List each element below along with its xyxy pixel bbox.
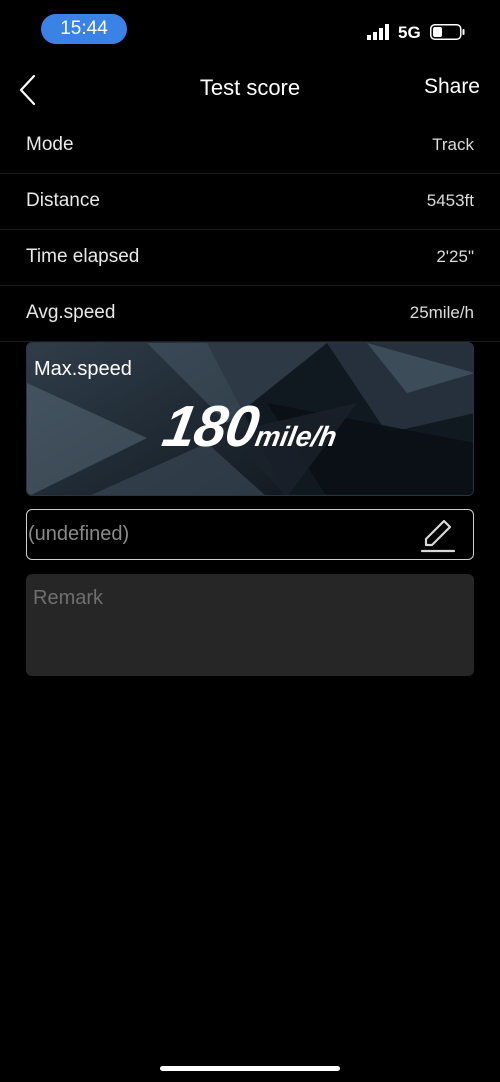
- row-value: Track: [432, 135, 474, 154]
- row-label: Distance: [26, 190, 100, 211]
- pencil-icon[interactable]: [419, 518, 457, 554]
- row-avg-speed: Avg.speed 25mile/h: [0, 286, 500, 342]
- remark-textarea[interactable]: Remark: [26, 574, 474, 676]
- name-field-value: (undefined): [28, 523, 130, 545]
- max-speed-value: 180: [157, 394, 264, 459]
- max-speed-unit: mile/h: [252, 421, 340, 452]
- row-label: Avg.speed: [26, 302, 116, 323]
- signal-icon: [367, 24, 389, 40]
- max-speed-label: Max.speed: [34, 358, 132, 380]
- status-bar: 15:44 5G: [0, 0, 500, 60]
- row-label: Mode: [26, 134, 74, 155]
- row-time-elapsed: Time elapsed 2'25": [0, 230, 500, 286]
- home-indicator[interactable]: [160, 1066, 340, 1071]
- row-value: 2'25": [436, 247, 474, 266]
- max-speed-readout: 180mile/h: [27, 393, 473, 460]
- status-time: 15:44: [41, 14, 127, 44]
- row-value: 25mile/h: [409, 303, 474, 322]
- row-mode: Mode Track: [0, 118, 500, 174]
- test-score-screen: 15:44 5G Test score Share Mode Track Dis…: [0, 0, 500, 1082]
- name-field[interactable]: (undefined): [26, 509, 474, 560]
- row-distance: Distance 5453ft: [0, 174, 500, 230]
- network-label: 5G: [398, 23, 421, 42]
- row-label: Time elapsed: [26, 246, 140, 267]
- battery-icon: [430, 24, 465, 40]
- share-button[interactable]: Share: [424, 75, 480, 99]
- max-speed-card: Max.speed 180mile/h: [26, 342, 474, 496]
- row-value: 5453ft: [426, 191, 474, 210]
- remark-placeholder: Remark: [33, 587, 104, 609]
- nav-bar: Test score Share: [0, 60, 500, 120]
